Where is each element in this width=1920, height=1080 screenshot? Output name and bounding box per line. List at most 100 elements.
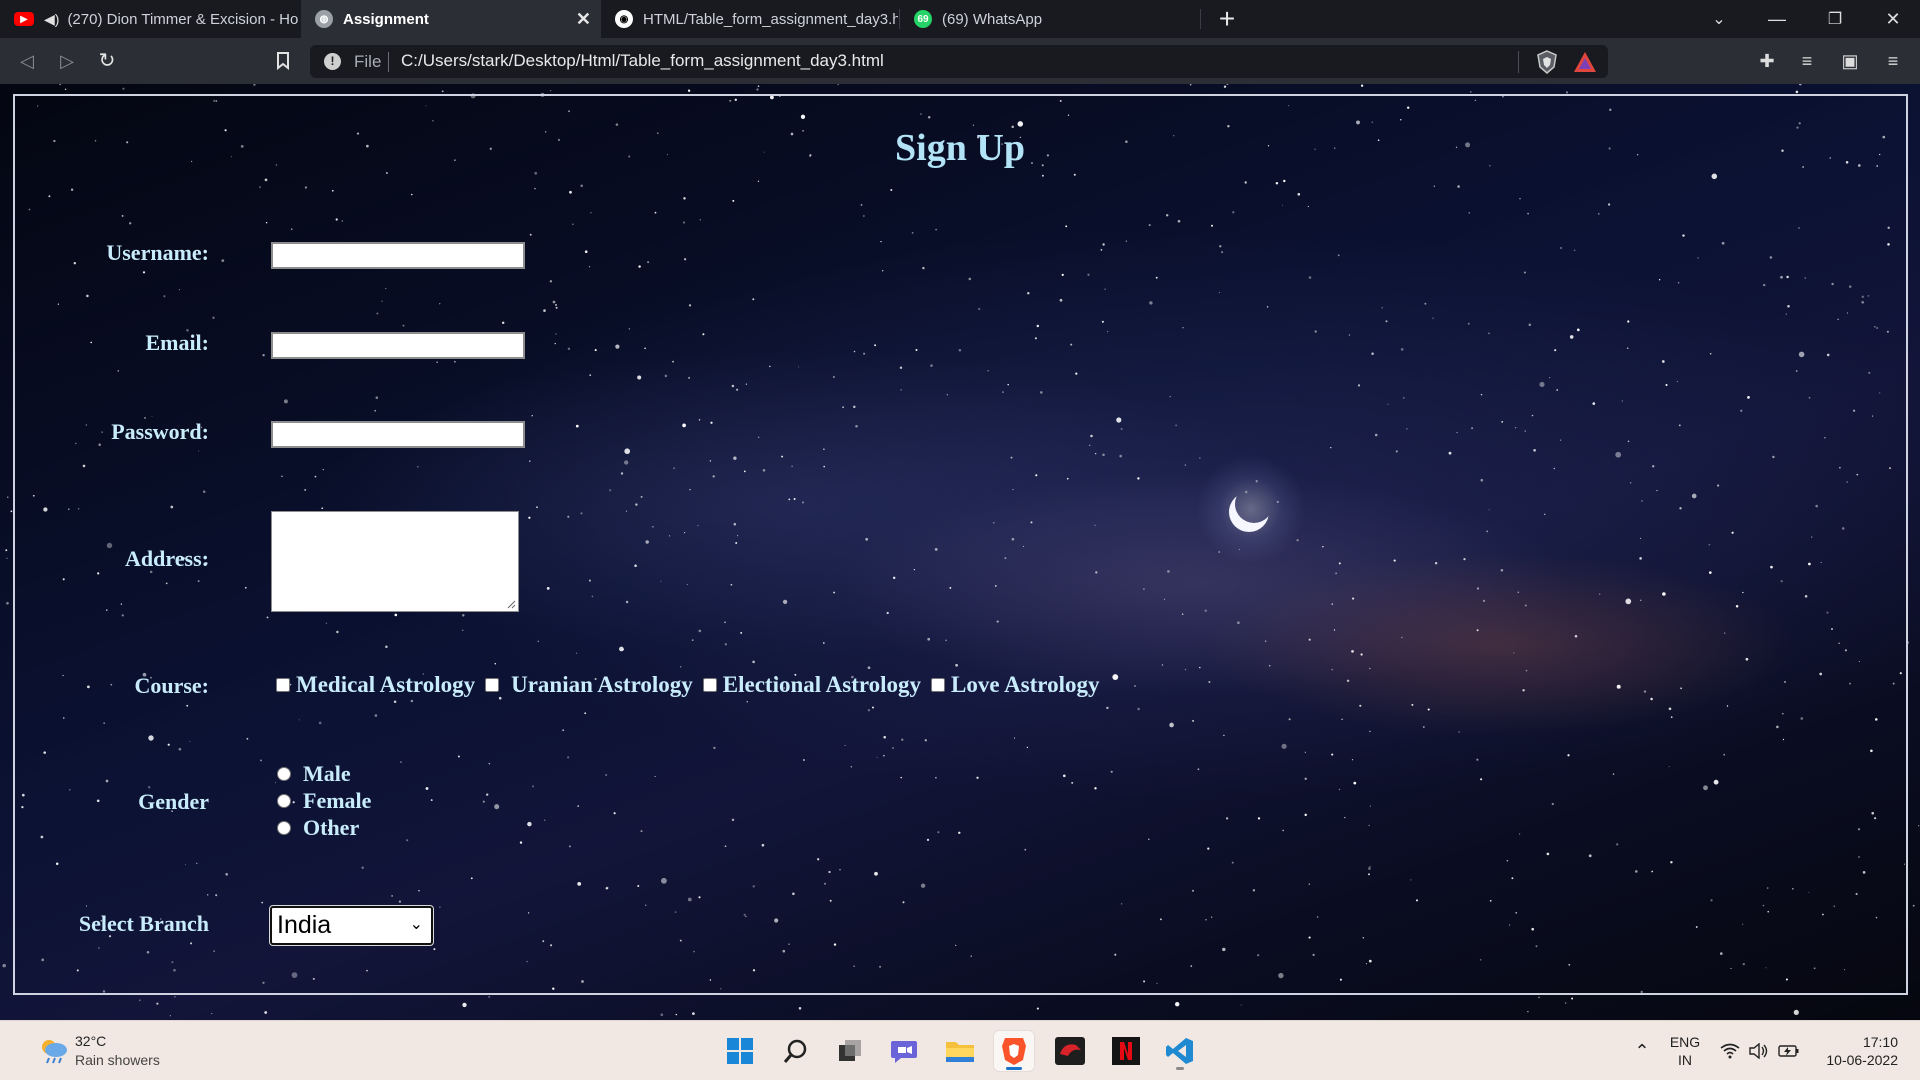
address-bar[interactable]: ! File C:/Users/stark/Desktop/Html/Table…: [310, 45, 1608, 78]
star: [6, 601, 9, 605]
star: [122, 87, 125, 90]
star: [1571, 997, 1574, 1000]
course-option-label: Electional Astrology: [722, 672, 922, 697]
wallet-icon[interactable]: ▣: [1837, 48, 1863, 74]
forward-button[interactable]: ▷: [52, 46, 82, 76]
vscode-icon: [1166, 1038, 1193, 1064]
tab-search-chevron-icon[interactable]: ⌄: [1690, 0, 1748, 38]
scheme-label: File: [354, 52, 382, 71]
gender-option-male[interactable]: Male: [277, 761, 351, 787]
battery-charging-icon[interactable]: [1776, 1021, 1802, 1080]
volume-icon[interactable]: [1746, 1021, 1770, 1080]
star: [549, 89, 552, 92]
search-button[interactable]: [776, 1031, 816, 1071]
course-options: Medical Astrology Uranian Astrology Elec…: [276, 672, 1109, 698]
star: [798, 1007, 802, 1010]
tab-assignment[interactable]: ◍ Assignment ✕: [301, 0, 601, 38]
new-tab-button[interactable]: +: [1212, 4, 1242, 34]
game-app-icon: [1055, 1037, 1085, 1065]
brave-shields-icon[interactable]: [1536, 50, 1558, 74]
password-input[interactable]: [271, 421, 525, 448]
bookmark-icon[interactable]: [268, 46, 298, 76]
page-title: Sign Up: [895, 127, 1025, 169]
weather-description[interactable]: Rain showers: [75, 1052, 160, 1068]
branch-select[interactable]: India ⌄: [270, 906, 433, 945]
star: [757, 85, 760, 88]
site-info-icon[interactable]: !: [324, 53, 341, 70]
windows-taskbar: 32°C Rain showers ⌃ ENG IN 17:10 10-06-2…: [0, 1020, 1920, 1080]
username-input[interactable]: [271, 242, 525, 269]
checkbox[interactable]: [276, 678, 290, 692]
url-text[interactable]: C:/Users/stark/Desktop/Html/Table_form_a…: [401, 51, 884, 71]
star: [1798, 84, 1802, 86]
course-option[interactable]: Uranian Astrology: [485, 672, 693, 698]
extensions-icon[interactable]: ✚: [1754, 48, 1780, 74]
radio-label: Female: [303, 788, 372, 813]
star: [169, 1015, 171, 1017]
search-icon: [783, 1039, 807, 1063]
branch-selected-value: India: [277, 911, 332, 939]
star: [675, 1013, 678, 1016]
checkbox[interactable]: [931, 678, 946, 692]
show-hidden-icons-chevron[interactable]: ⌃: [1628, 1021, 1656, 1080]
brave-taskbar-button[interactable]: [994, 1031, 1034, 1071]
audio-playing-icon[interactable]: ◀): [44, 11, 59, 28]
username-label: Username:: [106, 240, 209, 265]
checkbox[interactable]: [702, 678, 717, 692]
clock-date: 10-06-2022: [1826, 1052, 1898, 1068]
tab-youtube[interactable]: ▶ ◀) (270) Dion Timmer & Excision - Ho: [0, 0, 298, 38]
close-tab-icon[interactable]: ✕: [576, 9, 591, 29]
radio-button[interactable]: [277, 821, 291, 835]
weather-temperature[interactable]: 32°C: [75, 1033, 106, 1049]
playlist-icon[interactable]: ≡: [1794, 48, 1820, 74]
minimize-button[interactable]: —: [1748, 0, 1806, 38]
gender-option-other[interactable]: Other: [277, 815, 359, 841]
start-button[interactable]: [720, 1031, 760, 1071]
address-label: Address:: [125, 546, 209, 571]
teams-chat-button[interactable]: [884, 1031, 924, 1071]
star: [837, 84, 839, 86]
star: [7, 496, 9, 498]
close-window-button[interactable]: ✕: [1864, 0, 1920, 38]
globe-icon: ◍: [315, 10, 333, 28]
task-view-button[interactable]: [830, 1031, 870, 1071]
radio-button[interactable]: [277, 794, 291, 808]
netflix-button[interactable]: [1106, 1031, 1146, 1071]
game-app-button[interactable]: [1050, 1031, 1090, 1071]
tab-whatsapp[interactable]: 69 (69) WhatsApp: [900, 0, 1200, 38]
branch-label: Select Branch: [78, 911, 209, 936]
password-label: Password:: [111, 419, 209, 444]
netflix-icon: [1112, 1037, 1140, 1065]
address-textarea[interactable]: [271, 511, 519, 612]
radio-button[interactable]: [277, 767, 291, 781]
star: [6, 557, 8, 559]
tab-separator: [1200, 9, 1201, 29]
course-option-label: Uranian Astrology: [511, 672, 693, 697]
brave-rewards-icon[interactable]: [1573, 51, 1597, 73]
course-option[interactable]: Medical Astrology: [276, 672, 475, 698]
star: [1795, 90, 1799, 94]
tab-github[interactable]: ◉ HTML/Table_form_assignment_day3.ht: [601, 0, 898, 38]
star: [1918, 825, 1920, 827]
checkbox[interactable]: [485, 678, 500, 692]
file-explorer-button[interactable]: [940, 1031, 980, 1071]
language-indicator[interactable]: ENG IN: [1668, 1033, 1702, 1069]
gender-option-female[interactable]: Female: [277, 788, 371, 814]
weather-rain-icon[interactable]: [37, 1036, 71, 1066]
course-option[interactable]: Love Astrology: [931, 672, 1099, 698]
wifi-icon[interactable]: [1718, 1021, 1742, 1080]
star: [1226, 84, 1229, 86]
star: [1240, 1004, 1242, 1006]
resize-handle-icon[interactable]: [506, 599, 516, 609]
star: [5, 549, 8, 552]
back-button[interactable]: ◁: [12, 46, 42, 76]
restore-button[interactable]: ❐: [1806, 0, 1864, 38]
vscode-button[interactable]: [1160, 1031, 1200, 1071]
course-option[interactable]: Electional Astrology: [702, 672, 922, 698]
course-option-label: Medical Astrology: [296, 672, 476, 697]
star: [462, 1002, 467, 1008]
menu-icon[interactable]: ≡: [1880, 48, 1906, 74]
reload-button[interactable]: ↻: [92, 46, 122, 76]
system-clock[interactable]: 17:10 10-06-2022: [1814, 1033, 1898, 1069]
email-input[interactable]: [271, 332, 525, 359]
